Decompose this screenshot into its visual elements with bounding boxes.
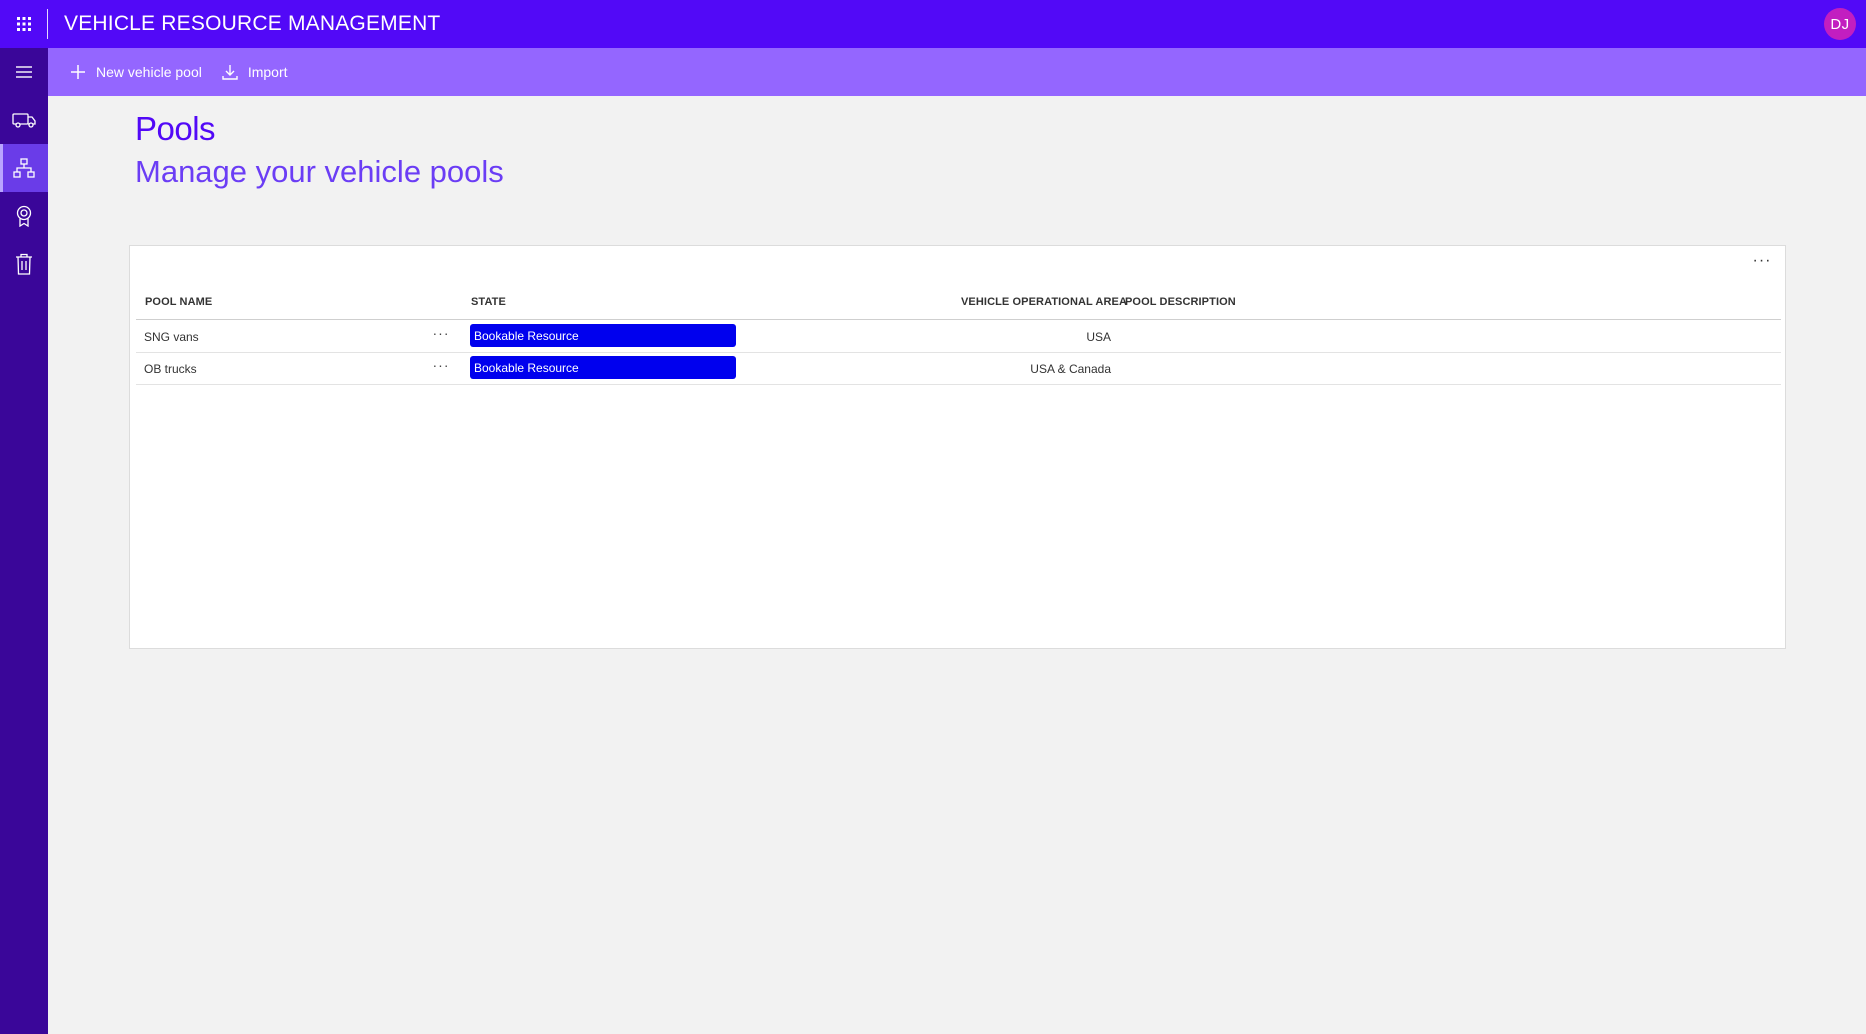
import-label: Import	[247, 64, 288, 80]
row-more-options-button[interactable]: ···	[430, 325, 452, 343]
rail-awards-button[interactable]	[0, 192, 48, 240]
rail-menu-button[interactable]	[0, 48, 48, 96]
new-vehicle-pool-button[interactable]: New vehicle pool	[60, 48, 212, 96]
grid-header: POOL NAME STATE VEHICLE OPERATIONAL AREA…	[136, 296, 1781, 320]
vehicle-icon	[12, 113, 36, 128]
rail-vehicles-button[interactable]	[0, 96, 48, 144]
waffle-icon	[16, 17, 31, 31]
operational-area-cell: USA	[1086, 330, 1111, 344]
new-vehicle-pool-label: New vehicle pool	[96, 64, 202, 80]
operational-area-cell: USA & Canada	[1030, 362, 1111, 376]
pools-grid-card: ··· POOL NAME STATE VEHICLE OPERATIONAL …	[129, 245, 1786, 649]
page-title: Pools	[135, 110, 216, 147]
download-icon	[222, 65, 238, 80]
command-bar: New vehicle pool Import	[48, 48, 1866, 96]
plus-icon	[71, 65, 85, 79]
table-row[interactable]: OB trucks ··· Bookable Resource USA & Ca…	[136, 353, 1781, 385]
state-badge: Bookable Resource	[470, 324, 736, 347]
state-badge: Bookable Resource	[470, 356, 736, 379]
column-header-state[interactable]: STATE	[471, 296, 506, 308]
title-divider	[47, 9, 48, 39]
rail-pools-button[interactable]	[0, 144, 48, 192]
top-bar: VEHICLE RESOURCE MANAGEMENT DJ	[0, 0, 1866, 48]
pool-name-cell[interactable]: SNG vans	[144, 330, 199, 344]
column-header-pool-description[interactable]: POOL DESCRIPTION	[1125, 296, 1236, 308]
grid-more-options-button[interactable]: ···	[1749, 252, 1775, 276]
left-nav-rail	[0, 48, 48, 1034]
rail-delete-button[interactable]	[0, 240, 48, 288]
trash-icon	[16, 253, 32, 275]
table-row[interactable]: SNG vans ··· Bookable Resource USA	[136, 321, 1781, 353]
import-button[interactable]: Import	[212, 48, 298, 96]
row-more-options-button[interactable]: ···	[430, 357, 452, 375]
user-avatar[interactable]: DJ	[1824, 8, 1856, 40]
org-chart-icon	[13, 158, 35, 178]
page-subtitle: Manage your vehicle pools	[135, 154, 504, 189]
column-header-pool-name[interactable]: POOL NAME	[145, 296, 212, 308]
award-icon	[16, 205, 32, 227]
app-launcher-button[interactable]	[0, 0, 47, 48]
pool-name-cell[interactable]: OB trucks	[144, 362, 197, 376]
column-header-operational-area[interactable]: VEHICLE OPERATIONAL AREA	[961, 296, 1127, 308]
app-title: VEHICLE RESOURCE MANAGEMENT	[64, 12, 441, 35]
hamburger-menu-icon	[16, 66, 32, 78]
